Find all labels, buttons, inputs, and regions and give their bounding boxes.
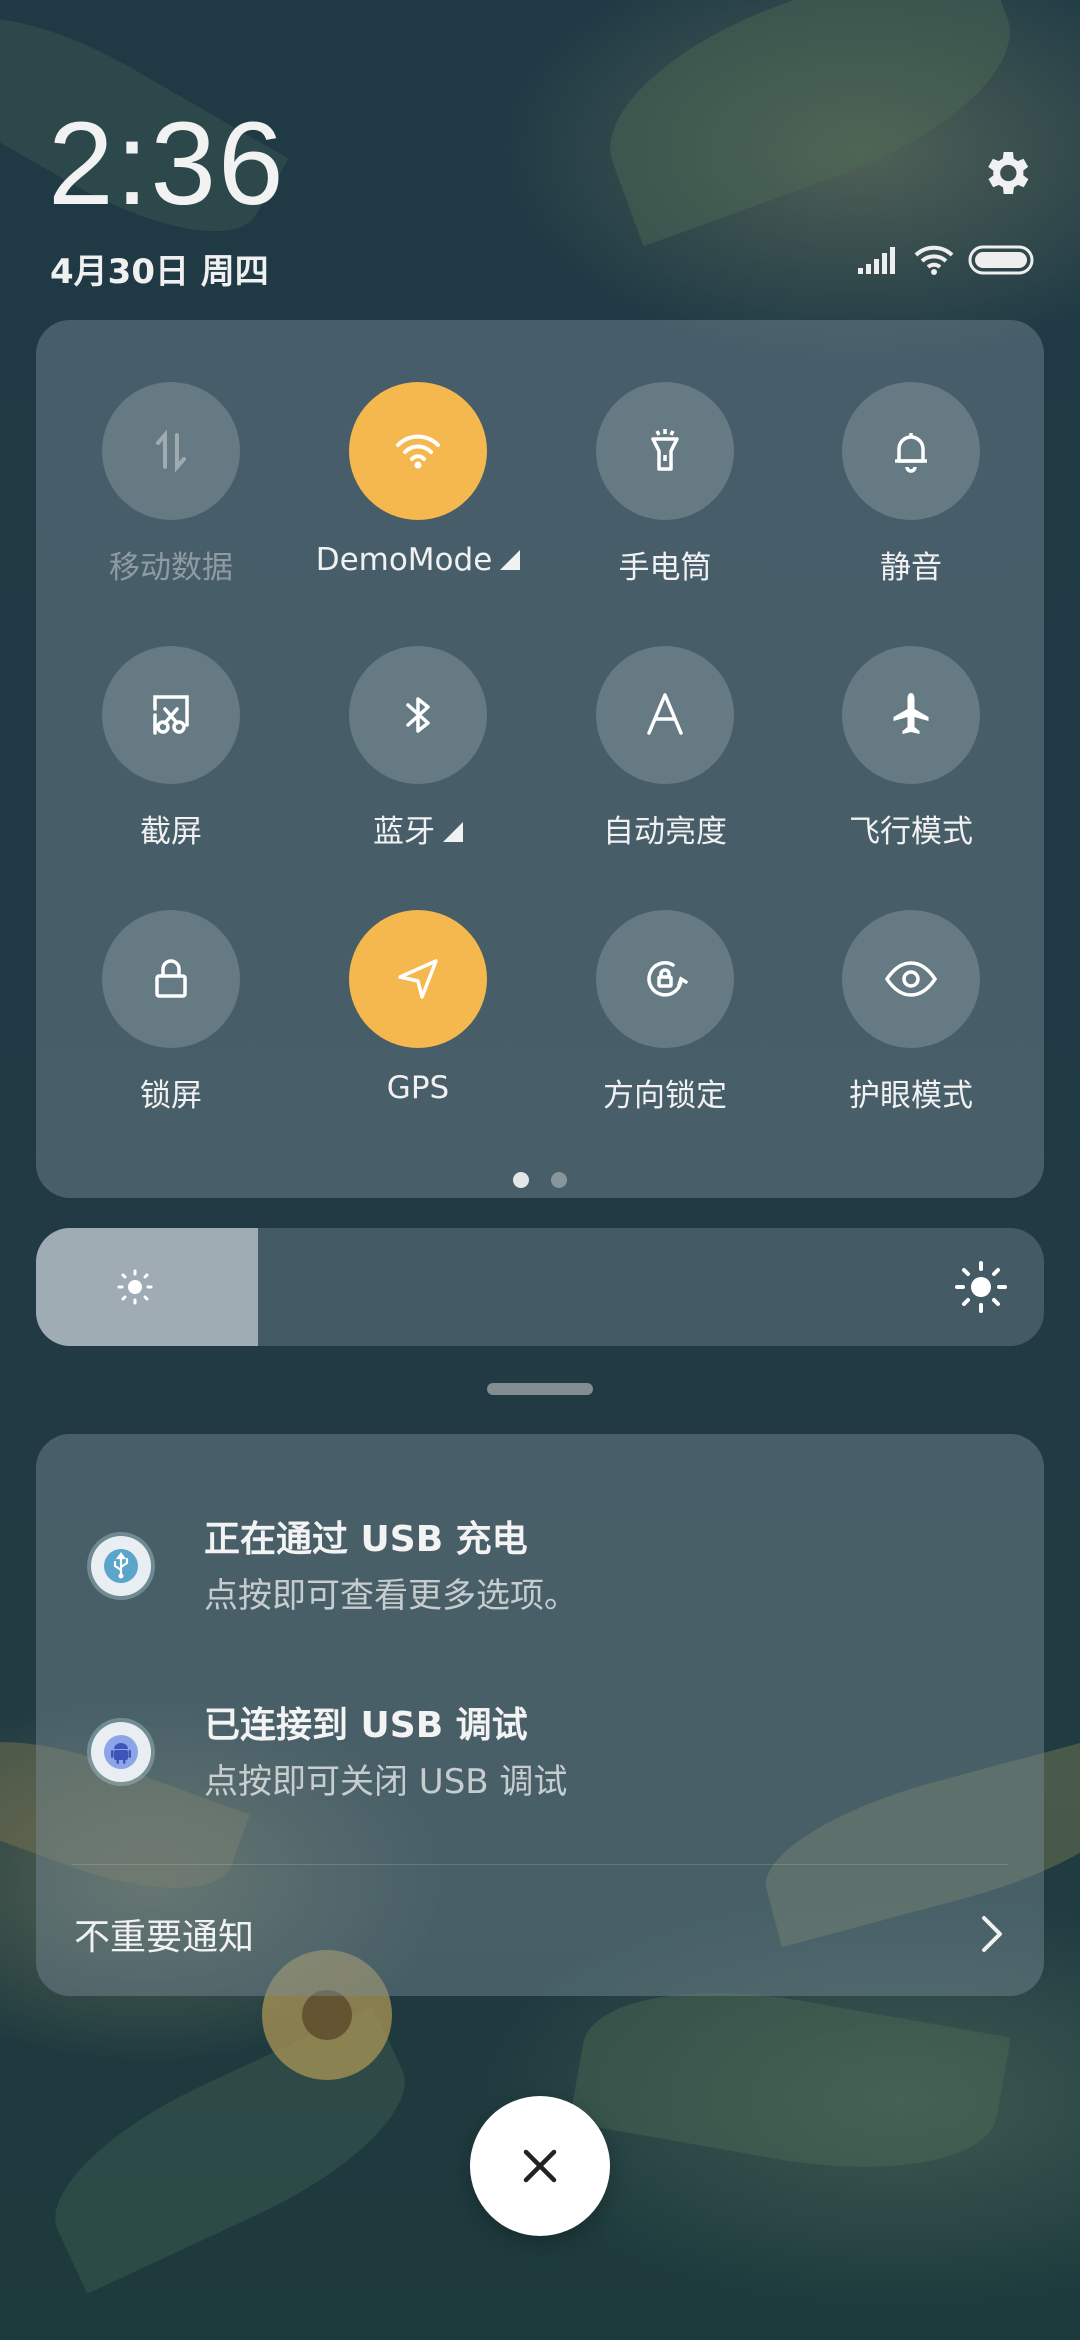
tile-label: 静音 xyxy=(788,542,1034,587)
tile-rotation-lock[interactable]: 方向锁定 xyxy=(542,910,788,1130)
usb-icon xyxy=(91,1536,151,1596)
tile-label: DemoMode xyxy=(295,542,541,578)
tile-airplane[interactable]: 飞行模式 xyxy=(788,646,1034,866)
date-label[interactable]: 4月30日 周四 xyxy=(50,244,269,293)
notification-subtitle: 点按即可关闭 USB 调试 xyxy=(204,1762,568,1802)
tile-label: 自动亮度 xyxy=(542,806,788,851)
tile-label: 移动数据 xyxy=(48,542,294,587)
close-icon xyxy=(523,2149,557,2183)
status-icons xyxy=(858,245,1034,275)
tile-label: GPS xyxy=(295,1070,541,1106)
tile-label: 护眼模式 xyxy=(788,1070,1034,1115)
rotation-lock-icon[interactable] xyxy=(596,910,734,1048)
bell-icon[interactable] xyxy=(842,382,980,520)
tile-label-text: 截屏 xyxy=(140,814,202,850)
gear-icon[interactable] xyxy=(978,145,1034,201)
battery-icon xyxy=(968,245,1034,275)
lock-icon[interactable] xyxy=(102,910,240,1048)
notification-usb-charging[interactable]: 正在通过 USB 充电 点按即可查看更多选项。 xyxy=(36,1500,1044,1630)
unimportant-notifications-link[interactable]: 不重要通知 xyxy=(74,1908,254,1960)
wifi-icon[interactable] xyxy=(349,382,487,520)
eye-icon[interactable] xyxy=(842,910,980,1048)
notification-usb-debugging[interactable]: 已连接到 USB 调试 点按即可关闭 USB 调试 xyxy=(36,1686,1044,1816)
page-indicator xyxy=(36,1172,1044,1188)
tile-bluetooth[interactable]: 蓝牙 xyxy=(295,646,541,866)
clock-time[interactable]: 2:36 xyxy=(48,105,286,223)
tile-label-text: DemoMode xyxy=(315,542,493,578)
mobile-data-icon[interactable] xyxy=(102,382,240,520)
tile-auto-brightness[interactable]: 自动亮度 xyxy=(542,646,788,866)
close-button[interactable] xyxy=(470,2096,610,2236)
brightness-slider[interactable] xyxy=(36,1228,1044,1346)
tile-label-text: 方向锁定 xyxy=(603,1078,727,1114)
expand-triangle-icon[interactable] xyxy=(443,821,463,842)
notification-title: 已连接到 USB 调试 xyxy=(204,1705,528,1746)
flashlight-icon[interactable] xyxy=(596,382,734,520)
signal-icon xyxy=(858,247,895,274)
tile-label: 蓝牙 xyxy=(295,806,541,851)
tile-label-text: 飞行模式 xyxy=(849,814,973,850)
tile-label: 手电筒 xyxy=(542,542,788,587)
tile-label-text: GPS xyxy=(386,1070,450,1106)
tile-label: 飞行模式 xyxy=(788,806,1034,851)
tile-bell[interactable]: 静音 xyxy=(788,382,1034,602)
notification-panel: 正在通过 USB 充电 点按即可查看更多选项。 已连接到 USB 调试 点按即可… xyxy=(36,1434,1044,1996)
tile-eye[interactable]: 护眼模式 xyxy=(788,910,1034,1130)
screenshot-icon[interactable] xyxy=(102,646,240,784)
tile-label: 截屏 xyxy=(48,806,294,851)
tile-label-text: 静音 xyxy=(880,550,942,586)
drag-handle[interactable] xyxy=(487,1383,593,1395)
tile-screenshot[interactable]: 截屏 xyxy=(48,646,294,866)
location-icon[interactable] xyxy=(349,910,487,1048)
tile-label: 方向锁定 xyxy=(542,1070,788,1115)
tile-label-text: 护眼模式 xyxy=(849,1078,973,1114)
tile-label-text: 锁屏 xyxy=(140,1078,202,1114)
tile-lock[interactable]: 锁屏 xyxy=(48,910,294,1130)
brightness-high-icon xyxy=(955,1261,1007,1313)
airplane-icon[interactable] xyxy=(842,646,980,784)
auto-brightness-icon[interactable] xyxy=(596,646,734,784)
tile-label-text: 蓝牙 xyxy=(373,814,435,850)
divider xyxy=(72,1864,1008,1865)
tile-label-text: 自动亮度 xyxy=(603,814,727,850)
brightness-low-icon xyxy=(117,1269,153,1305)
tile-wifi[interactable]: DemoMode xyxy=(295,382,541,602)
android-icon xyxy=(91,1722,151,1782)
page-dot-1[interactable] xyxy=(513,1172,529,1188)
tile-label-text: 移动数据 xyxy=(109,550,233,586)
tile-label: 锁屏 xyxy=(48,1070,294,1115)
notification-title: 正在通过 USB 充电 xyxy=(204,1519,528,1560)
notification-subtitle: 点按即可查看更多选项。 xyxy=(204,1576,578,1616)
tile-flashlight[interactable]: 手电筒 xyxy=(542,382,788,602)
page-dot-2[interactable] xyxy=(551,1172,567,1188)
quick-settings-panel: 移动数据 DemoMode 手电筒 静音截屏 蓝牙 自动亮度 飞行模式锁屏 GPS 方向锁定 护眼… xyxy=(36,320,1044,1198)
bluetooth-icon[interactable] xyxy=(349,646,487,784)
chevron-right-icon[interactable] xyxy=(980,1914,1004,1954)
tile-mobile-data[interactable]: 移动数据 xyxy=(48,382,294,602)
tile-label-text: 手电筒 xyxy=(618,550,712,586)
expand-triangle-icon[interactable] xyxy=(500,549,521,570)
wifi-status-icon xyxy=(914,245,954,275)
tile-location[interactable]: GPS xyxy=(295,910,541,1130)
